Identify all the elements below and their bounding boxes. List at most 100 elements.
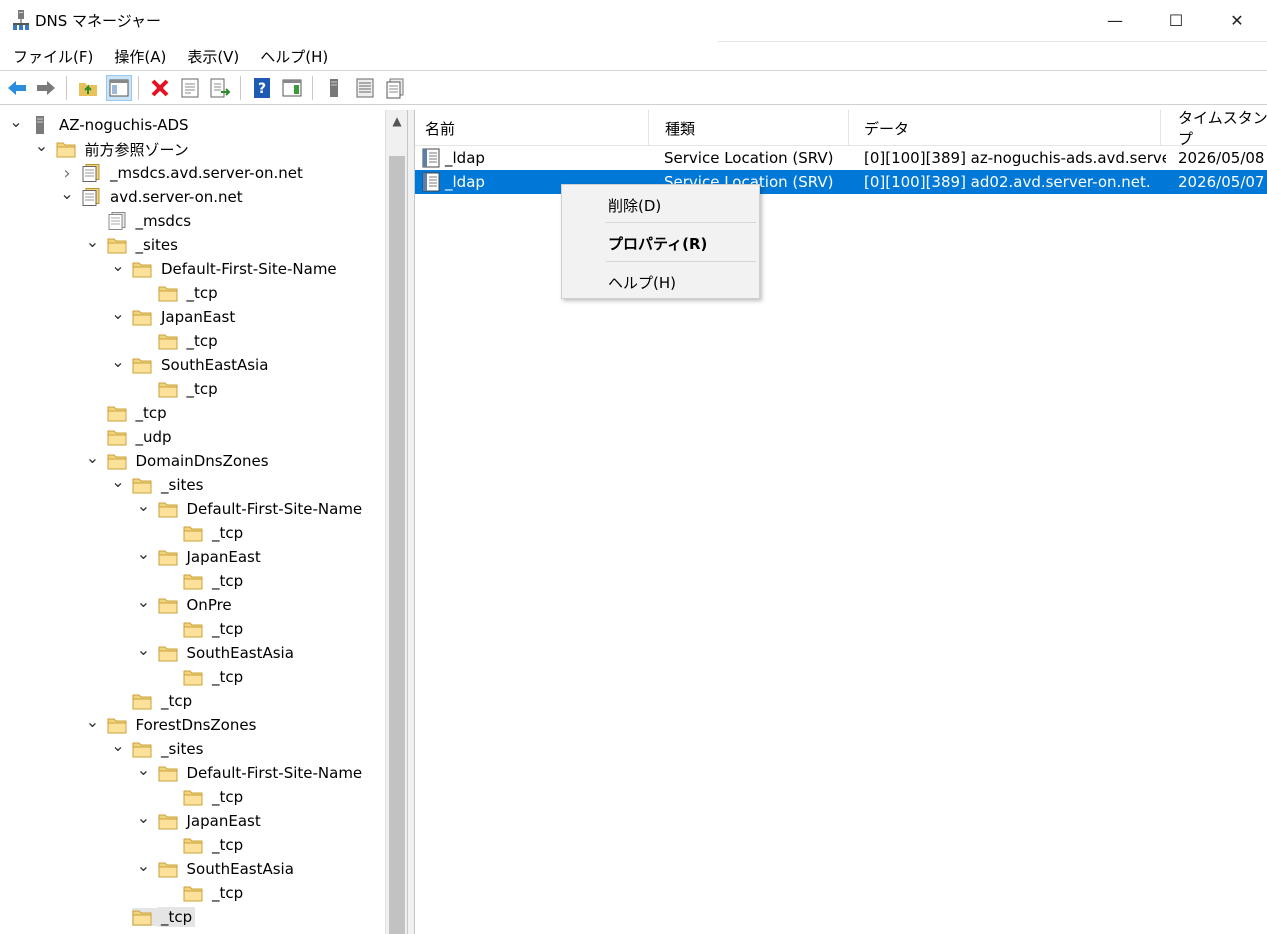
properties-button[interactable] [177,75,203,101]
tree-node[interactable]: _tcp [85,401,170,425]
chevron-down-icon[interactable]: ⌄ [85,448,101,473]
context-properties[interactable]: プロパティ(R) [562,226,759,260]
list-view-button[interactable] [352,75,378,101]
record-name: _ldap [445,149,485,167]
server-icon [30,116,50,134]
chevron-down-icon[interactable]: ⌄ [136,496,152,521]
scroll-thumb[interactable] [389,156,405,934]
tree-node-label: SouthEastAsia [186,860,294,878]
tree-node[interactable]: _tcp [136,377,221,401]
chevron-down-icon[interactable]: ⌄ [59,184,75,209]
tree-node[interactable]: ⌄ DomainDnsZones [85,448,272,473]
table-row[interactable]: _ldap Service Location (SRV) [0][100][389]… [415,170,1267,194]
svg-text:?: ? [258,81,266,97]
server-button[interactable] [321,75,347,101]
chevron-down-icon[interactable]: ⌄ [110,256,126,281]
tree-node[interactable]: ⌄ _sites [110,472,206,497]
tree-node[interactable]: _tcp [161,665,246,689]
chevron-down-icon[interactable]: ⌄ [136,640,152,665]
minimize-button[interactable]: — [1085,0,1145,40]
tree-node[interactable]: _tcp [136,329,221,353]
action-pane-button[interactable] [279,75,305,101]
menu-action[interactable]: 操作(A) [107,44,173,69]
tree-node[interactable]: ⌄ OnPre [136,592,235,617]
menu-help[interactable]: ヘルプ(H) [253,44,335,69]
tree-node[interactable]: ⌄ JapanEast [136,544,264,569]
export-list-button[interactable] [207,75,233,101]
tree-node[interactable]: _tcp [161,833,246,857]
tree-node-label: _tcp [161,692,193,710]
context-delete[interactable]: 削除(D) [562,188,759,222]
folder-icon [158,596,178,614]
tree-node[interactable]: ⌄ avd.server-on.net [59,184,246,209]
tree-node[interactable]: ⌄ ForestDnsZones [85,712,260,737]
back-button[interactable] [4,75,30,101]
folder-icon [107,452,127,470]
menu-view[interactable]: 表示(V) [180,44,246,69]
folder-icon [132,308,152,326]
show-hide-tree-button[interactable] [106,75,132,101]
chevron-down-icon[interactable]: ⌄ [136,856,152,881]
chevron-down-icon[interactable]: ⌄ [110,304,126,329]
tree-node[interactable]: _tcp [161,521,246,545]
menu-bar: ファイル(F) 操作(A) 表示(V) ヘルプ(H) [0,42,1267,70]
close-button[interactable]: ✕ [1207,0,1267,40]
tree-node[interactable]: › _msdcs.avd.server-on.net [59,161,306,185]
tree-scrollbar[interactable]: ▲ [385,110,407,934]
tree-node[interactable]: ⌄ Default-First-Site-Name [110,256,340,281]
tree-node[interactable]: ⌄ SouthEastAsia [110,352,271,377]
help-button[interactable]: ? [249,75,275,101]
context-separator [606,222,756,223]
column-name[interactable]: 名前 [415,110,649,146]
tree-node[interactable]: ⌄ JapanEast [136,808,264,833]
chevron-down-icon[interactable]: ⌄ [110,352,126,377]
column-timestamp[interactable]: タイムスタンプ [1168,110,1267,148]
chevron-down-icon[interactable]: ⌄ [110,472,126,497]
chevron-down-icon[interactable]: ⌄ [34,136,50,161]
tree-node[interactable]: _tcp [161,785,246,809]
chevron-down-icon[interactable]: ⌄ [136,760,152,785]
tree-node[interactable]: ⌄ Default-First-Site-Name [136,496,366,521]
tree-node[interactable]: _tcp [161,617,246,641]
chevron-down-icon[interactable]: ⌄ [85,232,101,257]
forward-button[interactable] [33,75,59,101]
tree-node[interactable]: _msdcs [85,209,195,233]
tree-node[interactable]: ⌄ AZ-noguchis-ADS [8,112,192,137]
menu-file[interactable]: ファイル(F) [6,44,100,69]
tree-node[interactable]: _udp [85,425,175,449]
chevron-down-icon[interactable]: ⌄ [136,592,152,617]
tree-node-label: _tcp [212,668,244,686]
column-data[interactable]: データ [854,110,1161,146]
chevron-down-icon[interactable]: ⌄ [85,712,101,737]
zone-button[interactable] [382,75,408,101]
tree-node[interactable]: ⌄ _sites [110,736,206,761]
tree-node[interactable]: _tcp [161,881,246,905]
console-tree[interactable]: ⌄ AZ-noguchis-ADS ⌄ 前方参照ゾーン › _msdcs.avd.serv… [0,110,408,934]
tree-node[interactable]: ⌄ SouthEastAsia [136,640,297,665]
tree-node[interactable]: ⌄ SouthEastAsia [136,856,297,881]
context-help[interactable]: ヘルプ(H) [562,265,759,299]
up-folder-button[interactable] [75,75,101,101]
tree-node[interactable]: ⌄ JapanEast [110,304,238,329]
chevron-down-icon[interactable]: ⌄ [8,112,24,137]
maximize-button[interactable]: ☐ [1146,0,1206,40]
tree-node[interactable]: _tcp [136,281,221,305]
chevron-right-icon[interactable]: › [59,161,75,185]
table-row[interactable]: _ldap Service Location (SRV) [0][100][389]… [415,146,1267,170]
chevron-down-icon[interactable]: ⌄ [136,808,152,833]
tree-node[interactable]: ⌄ 前方参照ゾーン [34,136,192,161]
tree-node[interactable]: _tcp [110,905,196,929]
scroll-up-icon[interactable]: ▲ [386,114,408,134]
tree-node[interactable]: ⌄ _sites [85,232,181,257]
column-type[interactable]: 種類 [655,110,849,146]
delete-button[interactable] [147,75,173,101]
tree-node[interactable]: ⌄ Default-First-Site-Name [136,760,366,785]
tree-node[interactable]: 逆引き参照ゾーン [34,929,207,934]
tree-node[interactable]: _tcp [110,689,195,713]
tree-node[interactable]: _tcp [161,569,246,593]
chevron-down-icon[interactable]: ⌄ [110,736,126,761]
chevron-down-icon[interactable]: ⌄ [136,544,152,569]
